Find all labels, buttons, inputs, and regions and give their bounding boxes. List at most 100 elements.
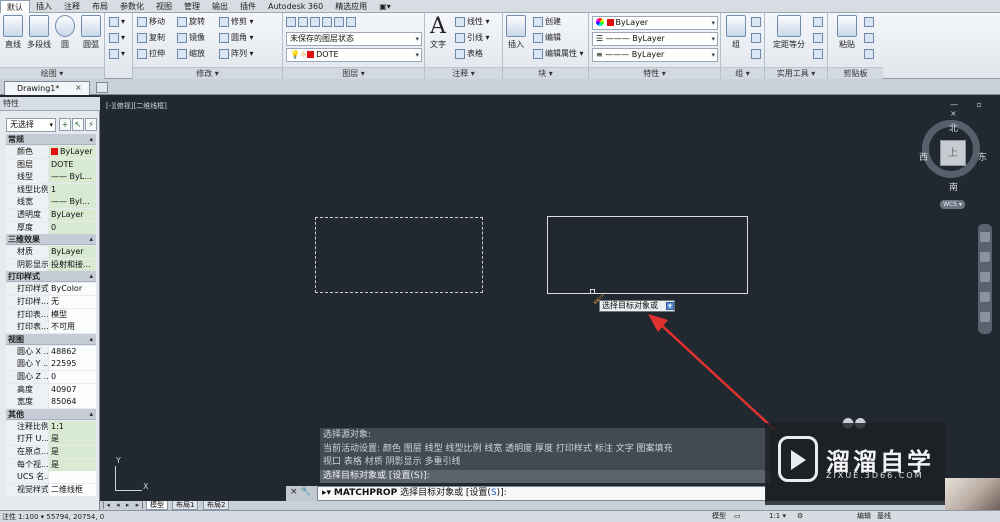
measure-button[interactable]: 定距等分 — [771, 15, 807, 50]
palette-property-row[interactable]: UCS 名... — [6, 471, 96, 484]
palette-property-row[interactable]: 每个视... 是 — [6, 458, 96, 471]
viewcube-top-face[interactable]: 上 — [940, 140, 966, 166]
viewcube-west[interactable]: 西 — [919, 150, 928, 163]
palette-property-row[interactable]: 图层 DOTE — [6, 158, 96, 171]
group-edit-button[interactable] — [751, 31, 763, 45]
source-rectangle-selected[interactable] — [315, 217, 483, 293]
mirror-button[interactable]: 镜像 — [177, 31, 205, 45]
zoom-icon[interactable] — [980, 272, 990, 282]
ribbon-tab-manage[interactable]: 管理 — [178, 0, 206, 13]
group-button[interactable]: 组 — [723, 15, 749, 50]
palette-property-row[interactable]: 线型 —— ByL... — [6, 171, 96, 184]
palette-property-row[interactable]: 厚度 0 — [6, 221, 96, 234]
move-button[interactable]: 移动 — [137, 15, 165, 29]
property-value[interactable]: ByLayer — [49, 246, 96, 259]
palette-property-row[interactable]: 高度 40907 — [6, 383, 96, 396]
property-value[interactable]: DOTE — [49, 158, 96, 171]
property-value[interactable] — [49, 471, 96, 484]
properties-panel-title[interactable]: 特性 ▾ — [589, 67, 720, 79]
palette-section-header[interactable]: 打印样式 ▴ — [6, 271, 96, 283]
toggle-pickadd-icon[interactable]: + — [59, 118, 71, 131]
layers-panel-title[interactable]: 图层 ▾ — [283, 67, 424, 79]
rotate-button[interactable]: 旋转 — [177, 15, 205, 29]
palette-property-row[interactable]: 宽度 85064 — [6, 396, 96, 409]
palette-property-row[interactable]: 打印表... 模型 — [6, 308, 96, 321]
command-line-tools[interactable]: × 🔧 — [286, 486, 318, 501]
property-value[interactable]: ByLayer — [49, 146, 96, 158]
copy-clip-button[interactable] — [864, 31, 876, 45]
property-value[interactable]: 1:1 — [49, 420, 96, 433]
trim-button[interactable]: 修剪 ▾ — [219, 15, 254, 29]
ribbon-tab-default[interactable]: 默认 — [0, 0, 30, 13]
layer-state-combo[interactable]: 未保存的图层状态 ▾ — [286, 32, 422, 46]
ribbon-tab-output[interactable]: 输出 — [206, 0, 234, 13]
property-value[interactable]: 无 — [49, 296, 96, 308]
hatch-tool[interactable]: ▾ — [109, 31, 125, 45]
create-block-button[interactable]: 创建 — [533, 15, 561, 29]
region-tool[interactable]: ▾ — [109, 47, 125, 61]
close-icon[interactable]: × — [75, 83, 82, 92]
wcs-menu[interactable]: WCS ▾ — [940, 200, 965, 209]
layout-nav-arrows[interactable]: |◂ ◂ ▸ ▸| — [102, 501, 145, 510]
viewcube-east[interactable]: 东 — [978, 150, 987, 163]
palette-property-row[interactable]: 在原点... 是 — [6, 446, 96, 458]
annotation-scale-button[interactable]: 1:1 ▾ — [767, 511, 788, 521]
group-select-button[interactable] — [751, 47, 763, 61]
match-props-button[interactable] — [864, 47, 876, 61]
ribbon-tab-annotate[interactable]: 注释 — [58, 0, 86, 13]
property-value[interactable]: ByLayer — [49, 209, 96, 221]
ribbon-tab-extra[interactable]: ▣▾ — [373, 0, 397, 13]
property-value[interactable]: 0 — [49, 221, 96, 234]
linetype-combo[interactable]: ☰ ——— ByLayer ▾ — [592, 32, 718, 46]
annotation-panel-title[interactable]: 注释 ▾ — [425, 67, 502, 79]
linear-dim-button[interactable]: 线性 ▾ — [455, 15, 490, 29]
select-all-button[interactable] — [813, 47, 825, 61]
collapse-icon[interactable]: ▴ — [89, 234, 93, 245]
copy-button[interactable]: 复制 — [137, 31, 165, 45]
command-prompt[interactable]: ▸▾ MATCHPROP 选择目标对象或 [设置(S)]: — [322, 487, 507, 500]
palette-section-header[interactable]: 其他 ▴ — [6, 408, 96, 420]
showmotion-icon[interactable] — [980, 312, 990, 322]
property-value[interactable]: —— ByL... — [49, 171, 96, 184]
property-value[interactable]: 1 — [49, 183, 96, 196]
layout-tab-model[interactable]: 模型 — [146, 501, 168, 510]
property-value[interactable]: —— Byl... — [49, 196, 96, 209]
collapse-icon[interactable]: ▴ — [89, 134, 93, 145]
edit-status-button[interactable]: 编辑 — [855, 511, 873, 521]
palette-property-row[interactable]: 圆心 Y ... 22595 — [6, 358, 96, 371]
palette-property-row[interactable]: 打印样... 无 — [6, 296, 96, 308]
property-value[interactable]: 二维线框 — [49, 483, 96, 496]
draw-panel-title[interactable]: 绘图 ▾ — [0, 67, 104, 79]
edit-attributes-button[interactable]: 编辑属性 ▾ — [533, 47, 584, 61]
paste-button[interactable]: 粘贴 — [834, 15, 860, 50]
palette-property-row[interactable]: 打开 U... 是 — [6, 433, 96, 446]
viewcube-south[interactable]: 南 — [949, 180, 958, 193]
layout-quick-view-button[interactable]: ▭ — [732, 511, 743, 521]
workspace-gear-icon[interactable]: ⚙ — [795, 511, 805, 521]
selection-combo[interactable]: 无选择 ▾ — [6, 118, 56, 132]
viewport-label[interactable]: [-][俯视][二维线框] — [106, 101, 167, 111]
ribbon-tab-featured-apps[interactable]: 精选应用 — [329, 0, 373, 13]
property-value[interactable]: 0 — [49, 371, 96, 383]
baseline-status-button[interactable]: 基线 — [875, 511, 893, 521]
property-value[interactable]: ByColor — [49, 283, 96, 296]
palette-property-row[interactable]: 透明度 ByLayer — [6, 209, 96, 221]
fillet-button[interactable]: 圆角 ▾ — [219, 31, 254, 45]
palette-section-header[interactable]: 视图 ▴ — [6, 333, 96, 345]
property-value[interactable]: 模型 — [49, 308, 96, 321]
ribbon-tab-insert[interactable]: 插入 — [30, 0, 58, 13]
property-value[interactable]: 不可用 — [49, 321, 96, 334]
property-value[interactable]: 48862 — [49, 345, 96, 358]
ungroup-button[interactable] — [751, 15, 763, 29]
pan-icon[interactable] — [980, 252, 990, 262]
coordinate-readout[interactable]: 注性 1:100 ▾ 55794, 20754, 0 — [2, 512, 104, 522]
scale-button[interactable]: 缩放 — [177, 47, 205, 61]
layer-combo[interactable]: 💡☼ DOTE ▾ — [286, 48, 422, 62]
full-nav-wheel-icon[interactable] — [980, 232, 990, 242]
edit-block-button[interactable]: 编辑 — [533, 31, 561, 45]
text-button[interactable]: A 文字 — [427, 15, 449, 50]
palette-property-row[interactable]: 线宽 —— Byl... — [6, 196, 96, 209]
table-button[interactable]: 表格 — [455, 47, 483, 61]
viewport-window-controls[interactable]: — ▫ × — [950, 100, 1000, 118]
ribbon-tab-view[interactable]: 视图 — [150, 0, 178, 13]
